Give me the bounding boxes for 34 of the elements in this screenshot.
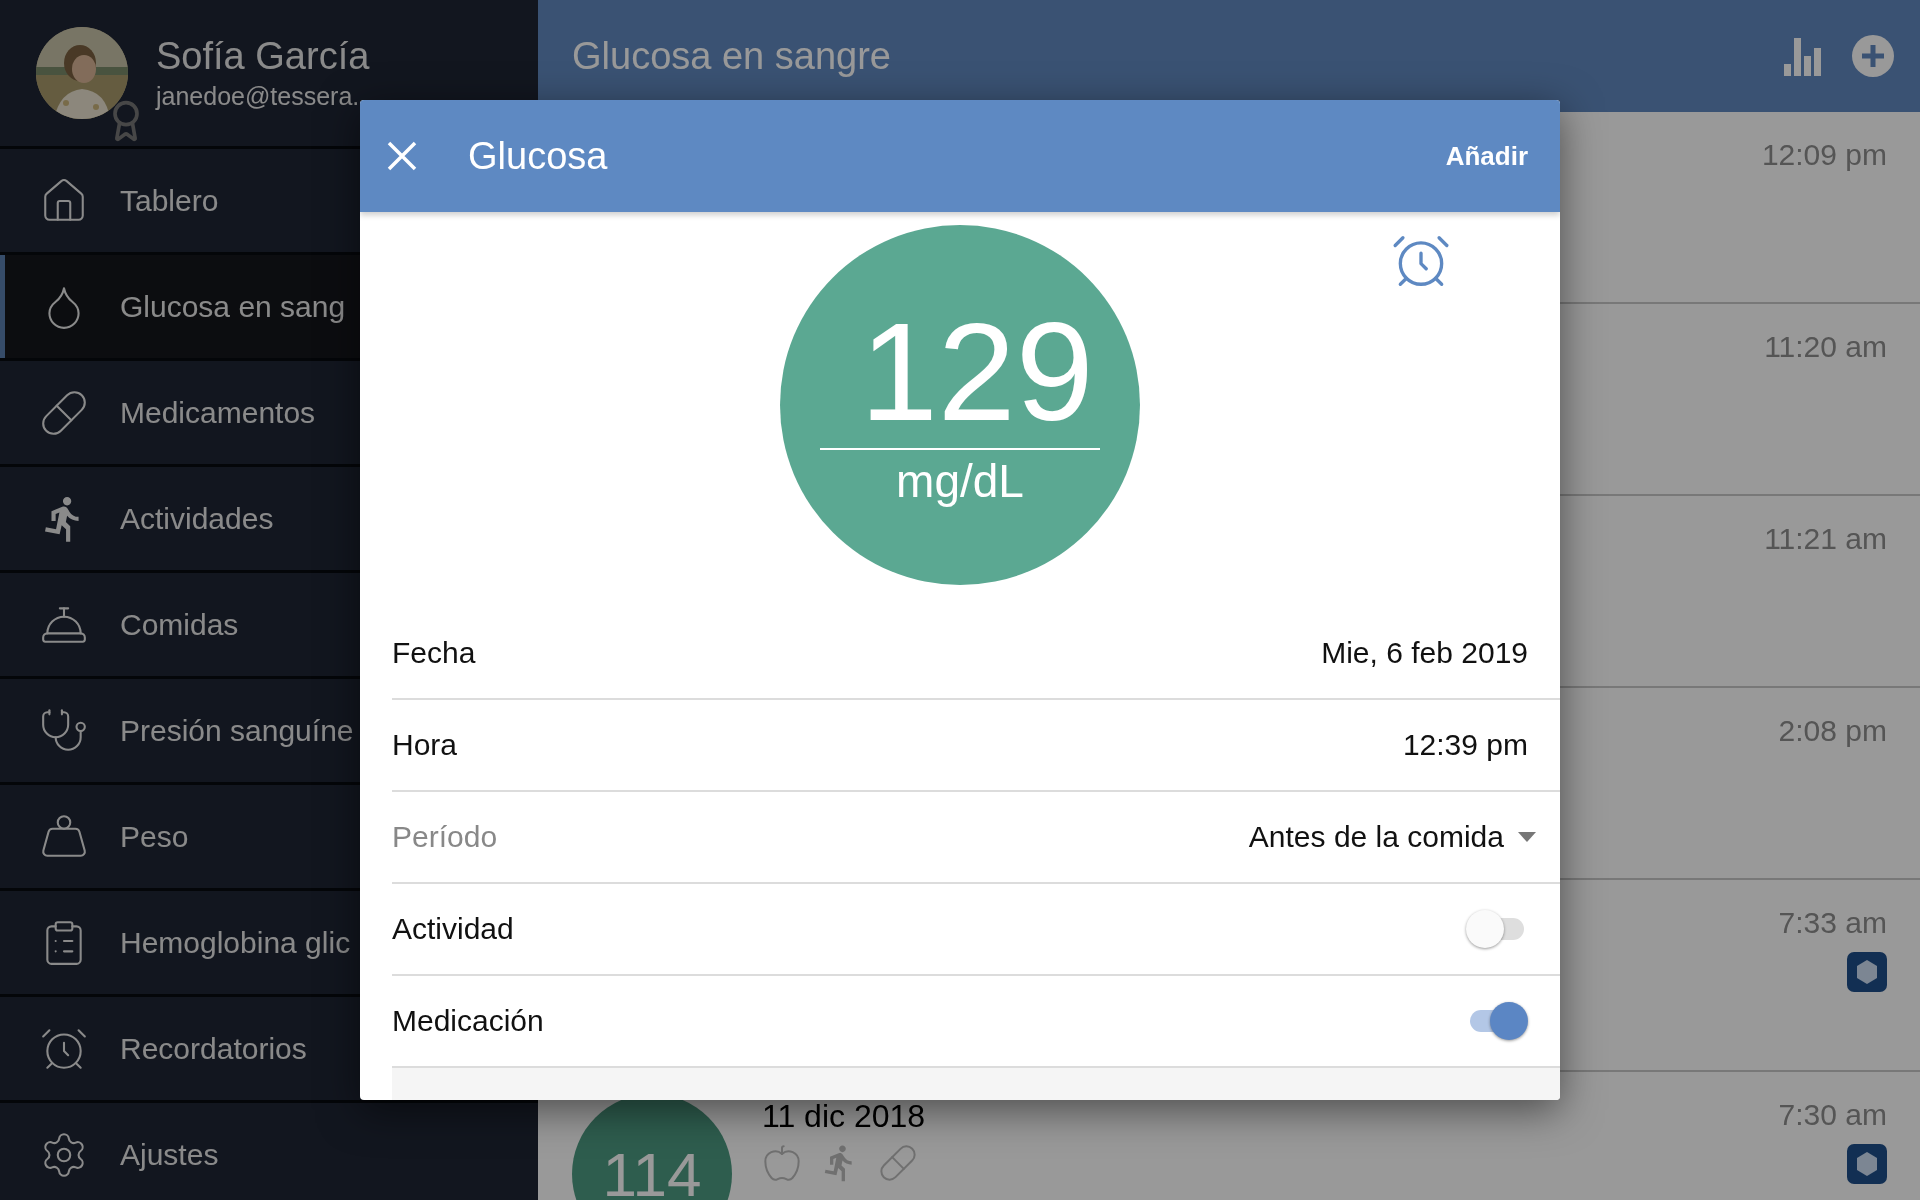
nav-item-label: Recordatorios bbox=[120, 1031, 307, 1066]
reading-time: 7:33 am bbox=[1778, 906, 1887, 940]
reading-time: 7:30 am bbox=[1778, 1098, 1887, 1132]
reading-time: 11:20 am bbox=[1764, 330, 1887, 364]
user-email: janedoe@tessera. bbox=[156, 82, 361, 111]
nav-item-label: Comidas bbox=[120, 607, 239, 642]
field-value[interactable]: Mie, 6 feb 2019 bbox=[1321, 636, 1528, 670]
field-label: Período bbox=[392, 820, 498, 854]
glucose-unit: mg/dL bbox=[896, 454, 1024, 508]
add-button[interactable]: Añadir bbox=[1439, 134, 1534, 178]
nav-item-label: Medicamentos bbox=[120, 395, 316, 430]
field-value[interactable]: 12:39 pm bbox=[1402, 728, 1528, 762]
page-title: Glucosa en sangre bbox=[572, 34, 892, 78]
nav-item-label: Peso bbox=[120, 819, 189, 854]
period-select[interactable]: Antes de la comida bbox=[1248, 820, 1536, 854]
field-label: Fecha bbox=[392, 636, 476, 670]
nav-item-label: Presión sanguíne bbox=[120, 713, 354, 748]
nav-item-label: Tablero bbox=[120, 183, 219, 218]
caret-icon bbox=[1518, 832, 1536, 842]
reading-time: 2:08 pm bbox=[1778, 714, 1887, 748]
field-label: Hora bbox=[392, 728, 458, 762]
nav-item-label: Ajustes bbox=[120, 1137, 219, 1172]
add-button[interactable] bbox=[1852, 35, 1894, 77]
field-label: Actividad bbox=[392, 912, 514, 946]
nav-item-label: Actividades bbox=[120, 501, 274, 536]
reading-time: 11:21 am bbox=[1764, 522, 1887, 556]
pill-icon bbox=[878, 1143, 918, 1183]
apple-icon bbox=[762, 1143, 802, 1183]
glucose-value: 129 bbox=[820, 302, 1100, 450]
reading-date: 11 dic 2018 bbox=[762, 1098, 926, 1135]
user-name: Sofía García bbox=[156, 35, 370, 78]
reading-time: 12:09 pm bbox=[1761, 138, 1887, 172]
nav-item-label: Hemoglobina glic bbox=[120, 925, 351, 960]
nav-item-label: Glucosa en sang bbox=[120, 289, 346, 324]
